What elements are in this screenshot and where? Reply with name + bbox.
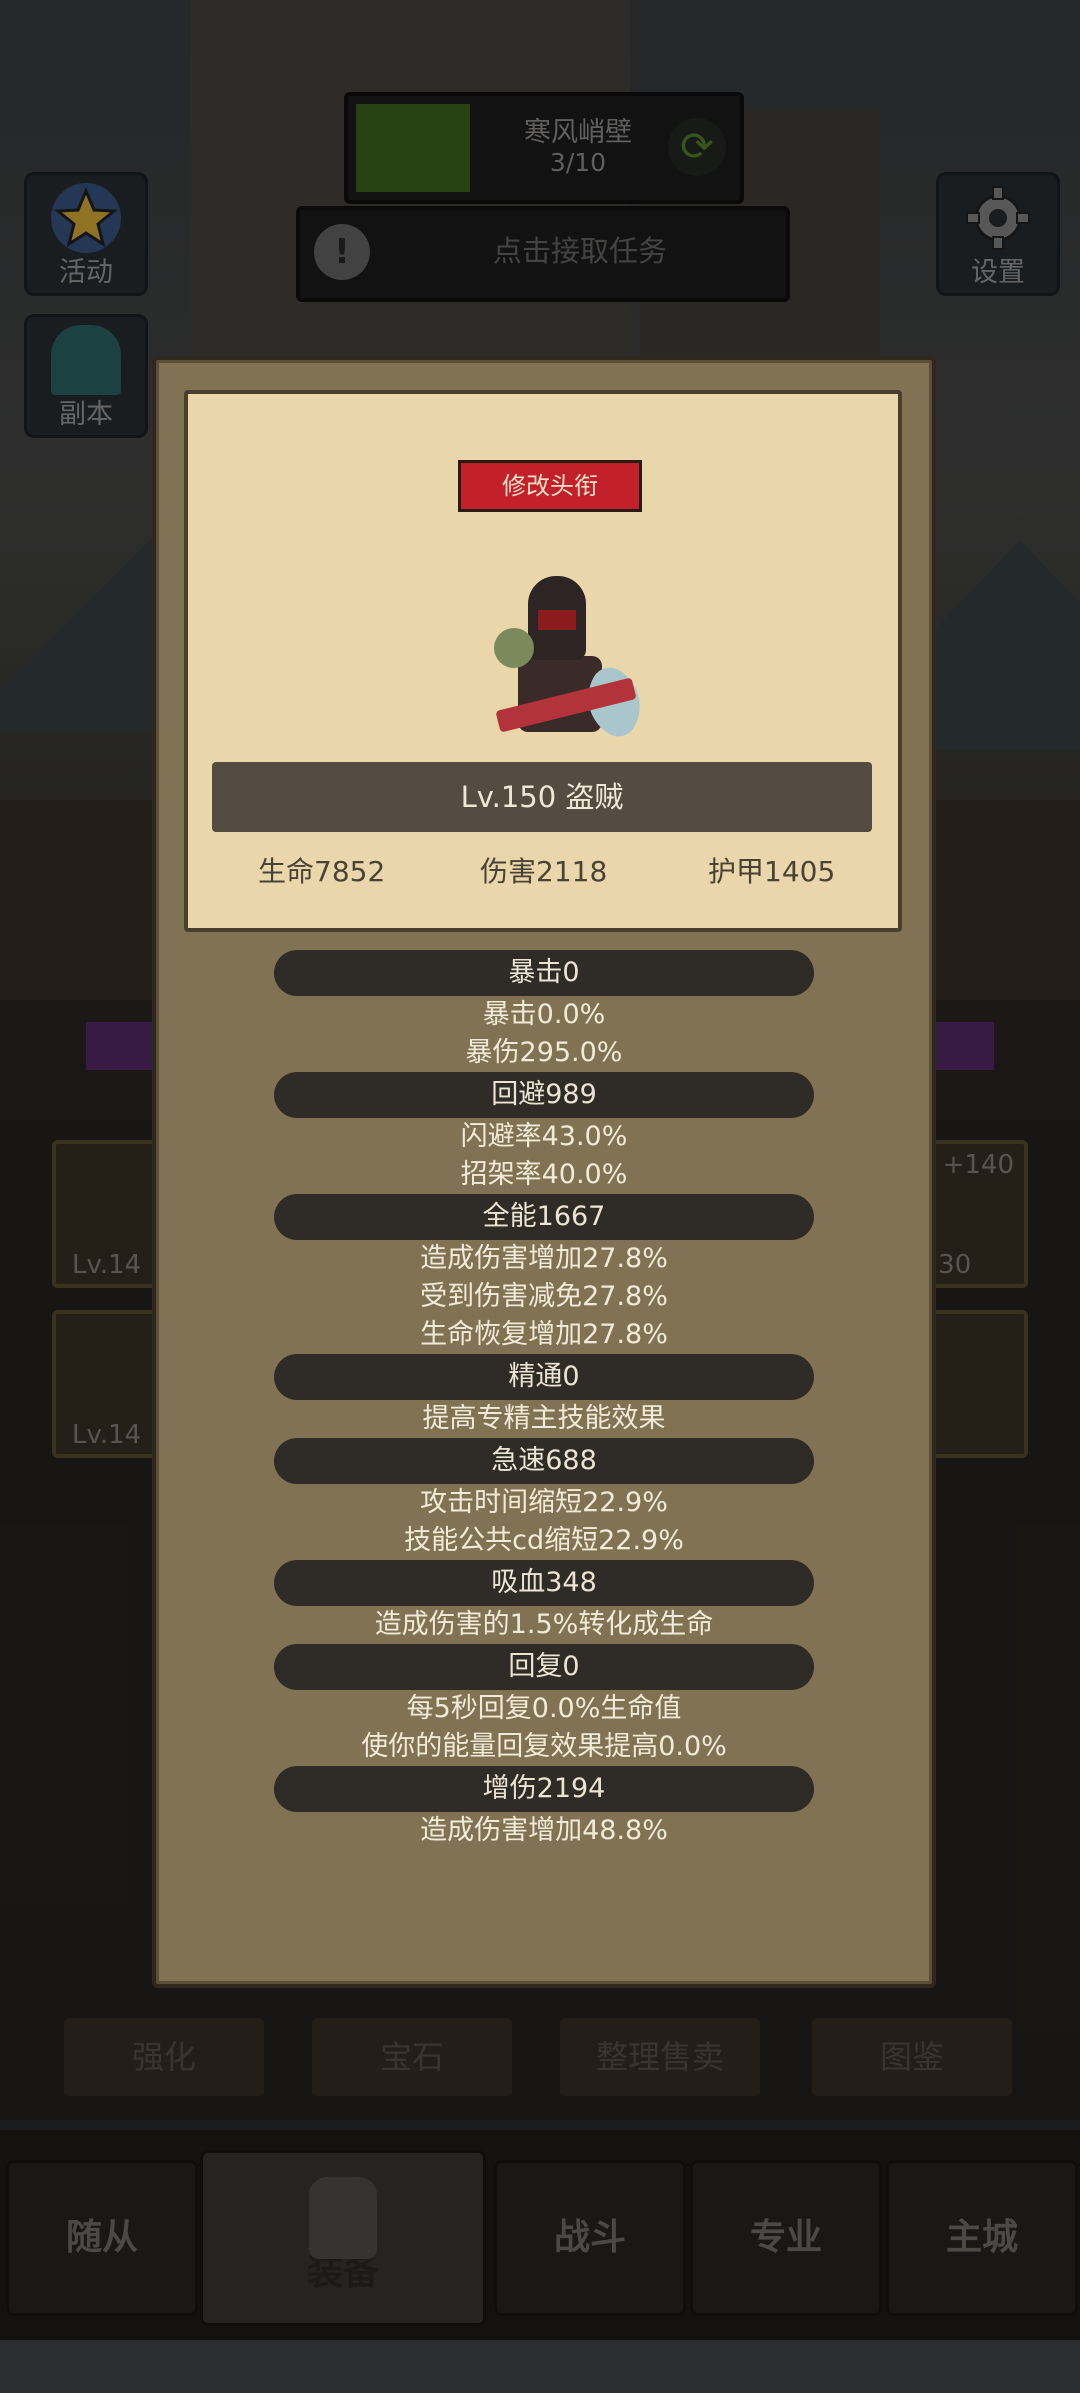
stat-line: 造成伤害增加48.8% xyxy=(420,1815,668,1846)
hero-sprite xyxy=(488,576,655,746)
hp-stat: 生命7852 xyxy=(258,855,386,888)
hero-name: Lv.150 盗贼 xyxy=(212,762,872,832)
stat-line: 造成伤害的1.5%转化成生命 xyxy=(374,1609,714,1640)
rename-title-button[interactable]: 修改头衔 xyxy=(458,460,642,512)
stat-list: 暴击0 暴击0.0% 暴伤295.0% 回避989 闪避率43.0% 招架率40… xyxy=(156,950,932,1850)
stat-line: 招架率40.0% xyxy=(460,1159,628,1190)
stat-line: 生命恢复增加27.8% xyxy=(420,1319,668,1350)
stat-line: 技能公共cd缩短22.9% xyxy=(404,1525,684,1556)
stat-header: 急速688 xyxy=(274,1438,814,1484)
companion-goblin xyxy=(494,628,534,668)
stat-header: 回复0 xyxy=(274,1644,814,1690)
stat-line: 闪避率43.0% xyxy=(460,1121,628,1152)
stat-header: 精通0 xyxy=(274,1354,814,1400)
stat-header: 回避989 xyxy=(274,1072,814,1118)
stat-line: 攻击时间缩短22.9% xyxy=(420,1487,668,1518)
stat-line: 暴击0.0% xyxy=(482,999,606,1030)
stat-line: 使你的能量回复效果提高0.0% xyxy=(361,1731,727,1762)
stat-line: 造成伤害增加27.8% xyxy=(420,1243,668,1274)
stat-header: 暴击0 xyxy=(274,950,814,996)
stat-header: 增伤2194 xyxy=(274,1766,814,1812)
character-stats-modal: 修改头衔 Lv.150 盗贼 生命7852 伤害2118 护甲1405 暴击0 … xyxy=(152,356,936,1988)
stat-line: 受到伤害减免27.8% xyxy=(420,1281,668,1312)
stat-header: 全能1667 xyxy=(274,1194,814,1240)
stat-line: 暴伤295.0% xyxy=(465,1037,623,1068)
damage-stat: 伤害2118 xyxy=(480,855,608,888)
stat-header: 吸血348 xyxy=(274,1560,814,1606)
stat-line: 每5秒回复0.0%生命值 xyxy=(406,1693,682,1724)
stat-line: 提高专精主技能效果 xyxy=(422,1403,666,1434)
base-stats: 生命7852 伤害2118 护甲1405 xyxy=(188,850,898,910)
portrait-card: 修改头衔 Lv.150 盗贼 生命7852 伤害2118 护甲1405 xyxy=(184,390,902,932)
armor-stat: 护甲1405 xyxy=(708,855,836,888)
hero-mask xyxy=(538,610,576,630)
